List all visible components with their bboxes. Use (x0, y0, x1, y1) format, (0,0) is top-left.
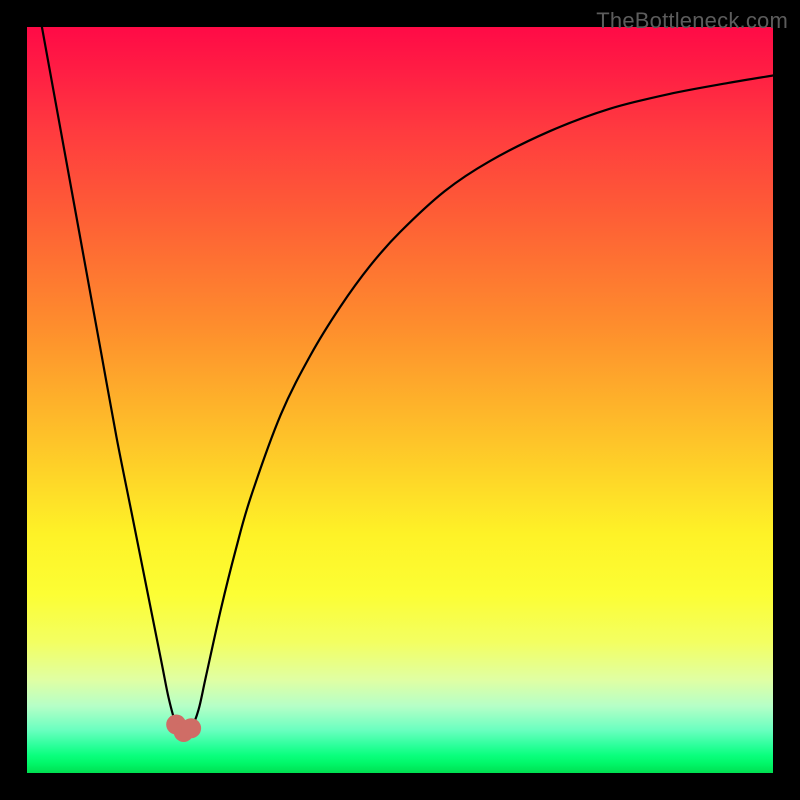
marker-min-right (181, 718, 201, 738)
chart-frame: TheBottleneck.com (0, 0, 800, 800)
plot-area (27, 27, 773, 773)
watermark-text: TheBottleneck.com (596, 8, 788, 34)
bottleneck-curve (42, 27, 773, 732)
curve-layer (27, 27, 773, 773)
